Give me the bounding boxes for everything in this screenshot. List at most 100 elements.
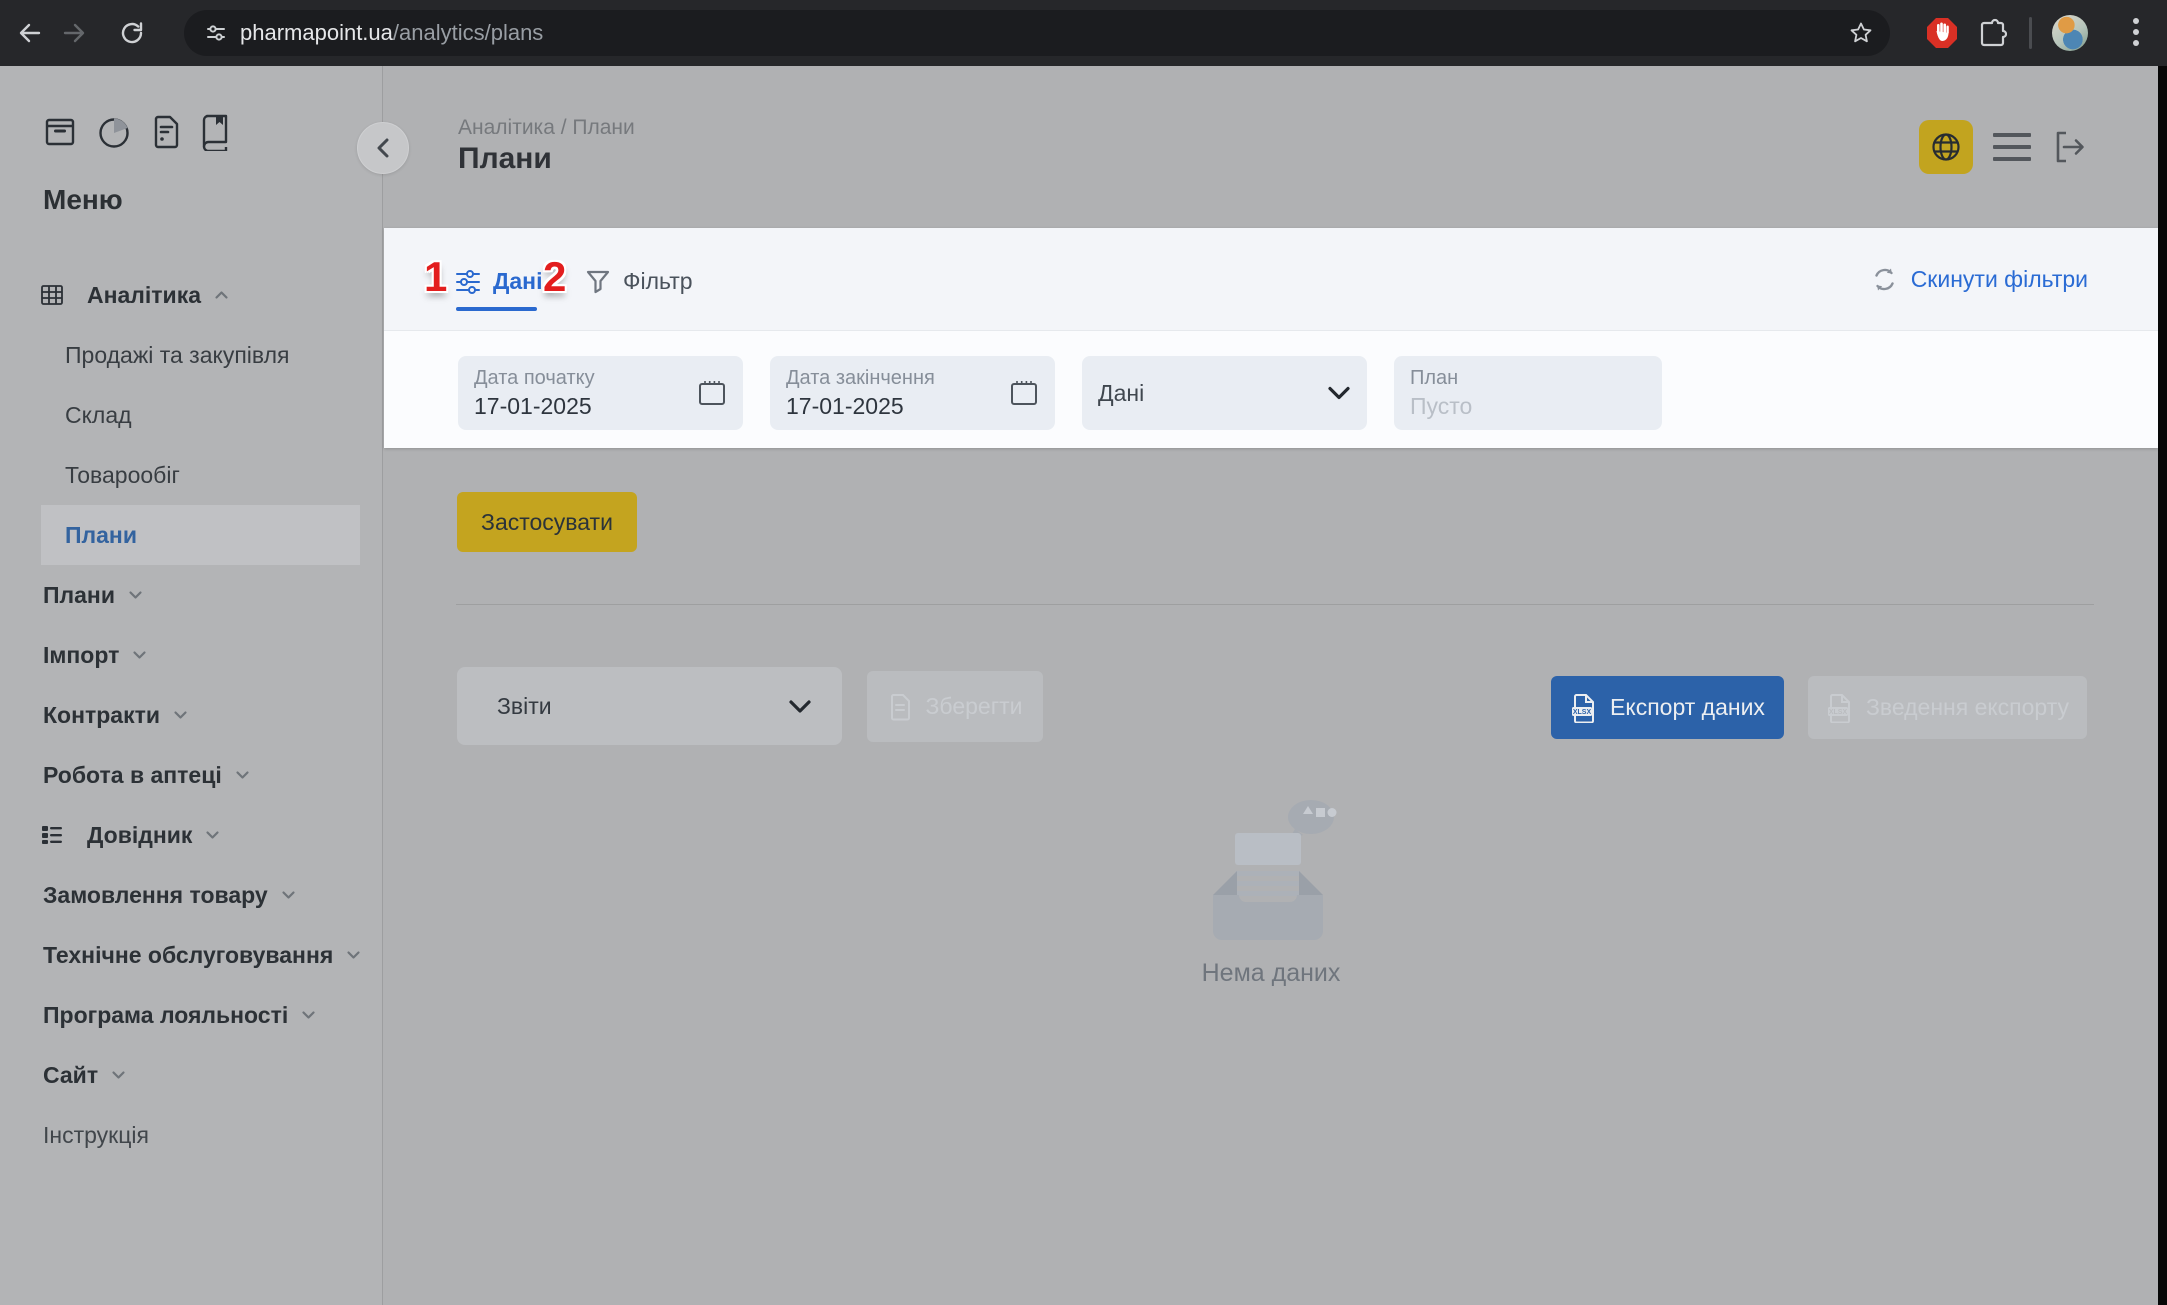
browser-toolbar: pharmapoint.ua/analytics/plans [0, 0, 2167, 66]
page-title: Плани [458, 142, 552, 176]
data-select[interactable]: Дані [1082, 356, 1367, 430]
sidebar-item-pharmacy-work[interactable]: Робота в аптеці [0, 745, 381, 805]
export-data-button[interactable]: XLSX Експорт даних [1551, 676, 1784, 739]
sidebar-item-plans-selected[interactable]: Плани [41, 505, 360, 565]
sidebar-item-label: Програма лояльності [43, 1002, 288, 1029]
reports-label: Звіти [497, 693, 788, 720]
som-annotation-1: 1 [424, 256, 447, 298]
sidebar-item-turnover[interactable]: Товарообіг [0, 445, 381, 505]
chevron-down-icon [173, 710, 188, 720]
tab-data[interactable]: Дані [493, 268, 542, 295]
plan-field[interactable]: План Пусто [1394, 356, 1662, 430]
breadcrumb[interactable]: Аналітика / Плани [458, 116, 635, 140]
sidebar-item-label: Товарообіг [65, 462, 180, 489]
empty-state-message: Нема даних [1202, 959, 1341, 988]
url-bar[interactable]: pharmapoint.ua/analytics/plans [184, 10, 1890, 56]
globe-icon [1930, 131, 1962, 163]
empty-inbox-icon [1191, 795, 1351, 945]
filters-panel: 1 Дані 2 Фільтр Скинути фільтри Дата поч… [384, 228, 2158, 448]
sidebar-collapse-button[interactable] [357, 122, 409, 174]
browser-menu-icon[interactable] [2116, 12, 2156, 52]
sidebar-item-label: Плани [43, 582, 115, 609]
reload-button[interactable] [110, 11, 154, 55]
sidebar: Меню Аналітика Продажі та закупівля Скла… [0, 66, 383, 1305]
field-label: Дата початку [474, 366, 727, 390]
extensions-icon[interactable] [1977, 18, 2007, 48]
chevron-down-icon [346, 950, 361, 960]
reset-icon [1871, 266, 1898, 293]
empty-state: Нема даних [384, 795, 2158, 988]
apply-label: Застосувати [481, 509, 613, 536]
save-button[interactable]: Зберегти [867, 671, 1043, 742]
chevron-down-icon [235, 770, 250, 780]
calendar-icon[interactable] [1009, 378, 1039, 408]
svg-text:XLSX: XLSX [1573, 709, 1592, 716]
field-value: 17-01-2025 [474, 392, 727, 420]
export-label: Експорт даних [1610, 694, 1765, 721]
chevron-down-icon [132, 650, 147, 660]
chevron-down-icon [301, 1010, 316, 1020]
adblock-extension-icon[interactable] [1925, 16, 1959, 50]
sidebar-item-instruction[interactable]: Інструкція [0, 1105, 381, 1165]
apply-button[interactable]: Застосувати [457, 492, 637, 552]
book-icon[interactable] [199, 113, 231, 151]
sliders-icon [455, 269, 481, 295]
field-label: План [1410, 366, 1646, 390]
site-settings-icon[interactable] [206, 23, 226, 43]
bookmark-star-icon[interactable] [1848, 20, 1874, 46]
sidebar-item-label: Аналітика [87, 282, 201, 309]
list-icon [41, 825, 63, 845]
select-label: Дані [1098, 366, 1351, 420]
save-label: Зберегти [926, 693, 1023, 720]
back-button[interactable] [8, 11, 52, 55]
funnel-icon [585, 269, 611, 295]
tab-filter[interactable]: Фільтр [623, 268, 693, 295]
box-icon[interactable] [43, 113, 77, 151]
sidebar-item-site[interactable]: Сайт [0, 1045, 381, 1105]
sidebar-item-label: Плани [65, 522, 137, 549]
forward-button[interactable] [52, 11, 96, 55]
sidebar-item-label: Продажі та закупівля [65, 342, 289, 369]
date-end-field[interactable]: Дата закінчення 17-01-2025 [770, 356, 1055, 430]
grid-icon [41, 285, 63, 305]
calendar-icon[interactable] [697, 378, 727, 408]
sidebar-item-label: Робота в аптеці [43, 762, 222, 789]
sidebar-item-sales-purchases[interactable]: Продажі та закупівля [0, 325, 381, 385]
field-placeholder: Пусто [1410, 392, 1646, 420]
chevron-down-icon [128, 590, 143, 600]
sidebar-item-analytics[interactable]: Аналітика [0, 265, 381, 325]
sidebar-nav: Аналітика Продажі та закупівля Склад Тов… [0, 265, 381, 1165]
logout-button[interactable] [2048, 126, 2090, 168]
chevron-down-icon [205, 830, 220, 840]
reset-filters-link[interactable]: Скинути фільтри [1871, 266, 2088, 293]
sidebar-item-import[interactable]: Імпорт [0, 625, 381, 685]
xlsx-file-icon: XLSX [1826, 693, 1852, 723]
sidebar-item-loyalty-program[interactable]: Програма лояльності [0, 985, 381, 1045]
pie-chart-icon[interactable] [95, 113, 133, 151]
sidebar-item-directory[interactable]: Довідник [0, 805, 381, 865]
sidebar-item-label: Інструкція [43, 1122, 149, 1149]
chevron-down-icon [788, 699, 812, 714]
sidebar-item-goods-orders[interactable]: Замовлення товару [0, 865, 381, 925]
document-icon[interactable] [151, 113, 181, 151]
profile-avatar[interactable] [2052, 15, 2088, 51]
sidebar-item-label: Контракти [43, 702, 160, 729]
toolbar-divider [2029, 17, 2032, 49]
field-label: Дата закінчення [786, 366, 1039, 390]
sidebar-item-maintenance[interactable]: Технічне обслуговування [0, 925, 381, 985]
url-path: /analytics/plans [393, 20, 543, 45]
chevron-up-icon [214, 290, 229, 300]
sidebar-item-label: Склад [65, 402, 132, 429]
sidebar-item-plans-group[interactable]: Плани [0, 565, 381, 625]
export-summary-label: Зведення експорту [1866, 694, 2069, 721]
reports-select[interactable]: Звіти [457, 667, 842, 745]
sidebar-quick-icons [43, 113, 231, 151]
sidebar-item-label: Технічне обслуговування [43, 942, 333, 969]
sidebar-item-contracts[interactable]: Контракти [0, 685, 381, 745]
export-summary-button[interactable]: XLSX Зведення експорту [1808, 676, 2087, 739]
reset-filters-label: Скинути фільтри [1911, 266, 2088, 293]
language-globe-button[interactable] [1919, 120, 1973, 174]
sidebar-item-warehouse[interactable]: Склад [0, 385, 381, 445]
date-start-field[interactable]: Дата початку 17-01-2025 [458, 356, 743, 430]
app-menu-button[interactable] [1993, 133, 2031, 161]
